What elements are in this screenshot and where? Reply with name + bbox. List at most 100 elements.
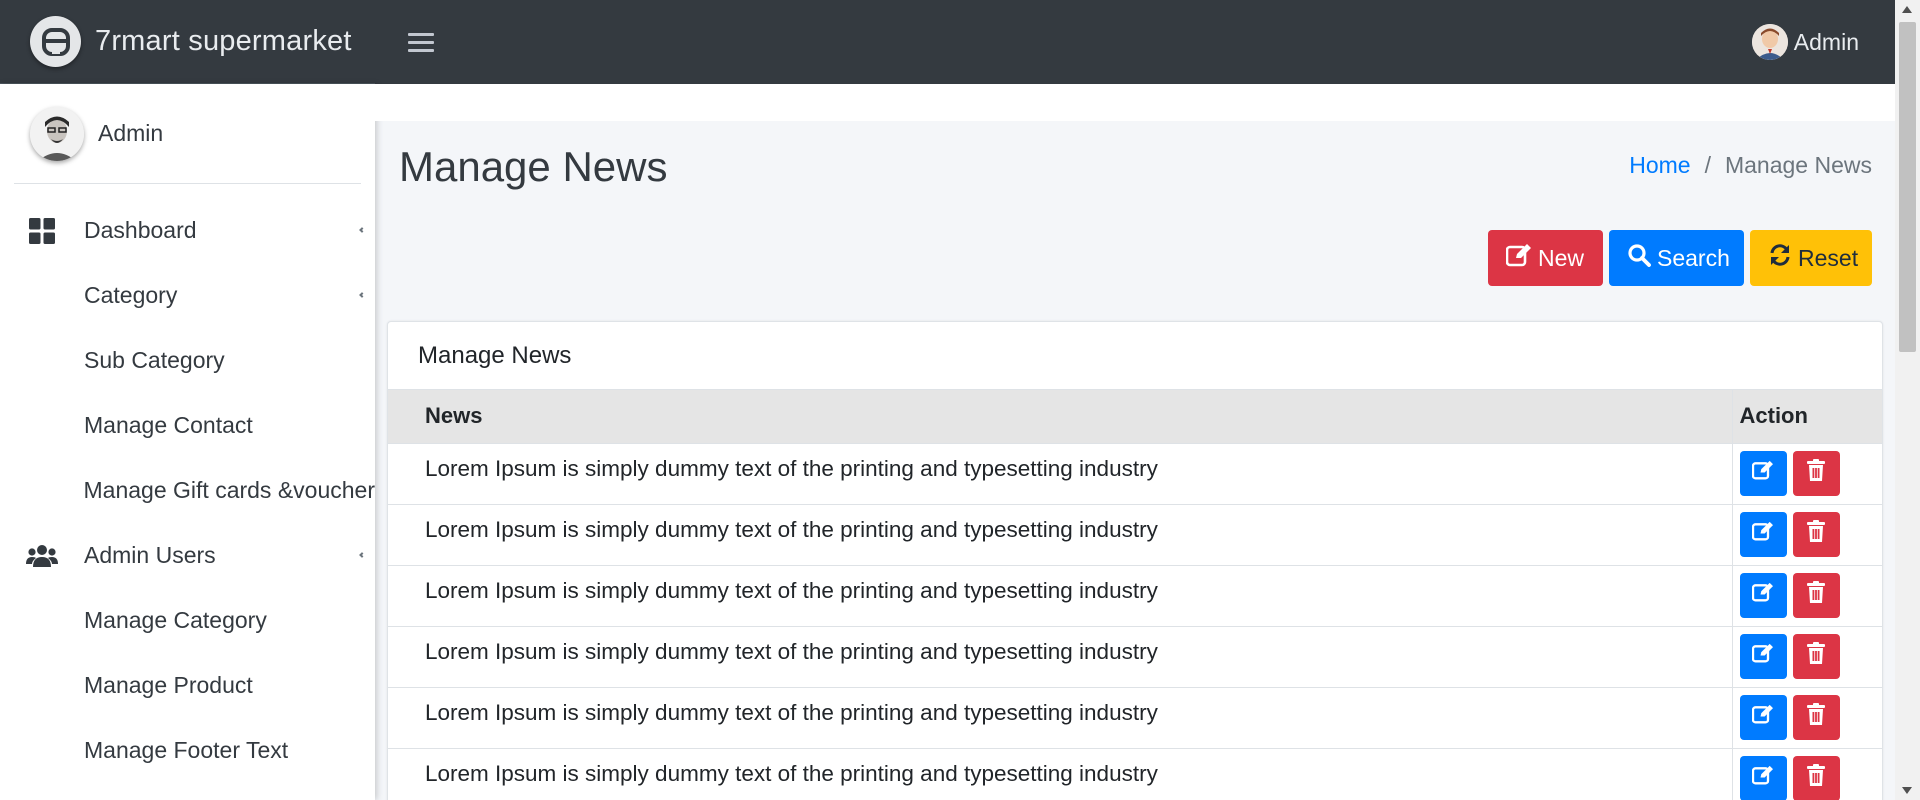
trash-icon [1807,642,1825,670]
breadcrumb-current: Manage News [1724,152,1872,178]
edit-button[interactable] [1739,755,1787,800]
search-icon [1627,243,1651,273]
sidebar-item-label: Manage Footer Text [84,737,289,763]
edit-icon [1751,643,1774,669]
new-button-label: New [1538,244,1585,271]
delete-button[interactable] [1792,450,1840,496]
edit-icon [1751,521,1774,547]
row-actions [1731,626,1882,687]
table-row: Lorem Ipsum is simply dummy text of the … [388,748,1882,800]
row-action-buttons [1739,511,1883,557]
sidebar-item-manage-product[interactable]: Manage Product [0,653,375,718]
sidebar-item-label: Manage Category [84,607,267,633]
sidebar-item-sub-category[interactable]: Sub Category [0,328,375,393]
sidebar-item-manage-category[interactable]: Manage Category [0,588,375,653]
delete-button[interactable] [1792,511,1840,557]
edit-icon [1751,460,1774,486]
breadcrumb: Home / Manage News [1629,152,1872,179]
sidebar-nav: Dashboard Category Sub Category Manage C… [0,198,375,783]
dashboard-icon [0,217,84,244]
edit-icon [1751,765,1774,791]
scroll-down-arrow-icon[interactable] [1902,787,1912,794]
reset-button[interactable]: Reset [1750,230,1872,286]
sidebar-item-manage-gift-cards[interactable]: Manage Gift cards &voucher [0,458,375,523]
row-actions [1731,687,1883,748]
sidebar-item-label: Category [84,282,178,308]
reset-button-label: Reset [1798,244,1859,271]
chevron-left-icon [359,227,365,233]
sidebar-item-dashboard[interactable]: Dashboard [0,198,375,263]
trash-icon [1807,520,1825,548]
sidebar: Admin Dashboard Category Sub Category Ma… [0,84,375,800]
edit-icon [1505,243,1532,273]
edit-button[interactable] [1739,450,1787,496]
sidebar-item-label: Sub Category [84,347,225,373]
hamburger-line [408,40,434,44]
news-text: Lorem Ipsum is simply dummy text of the … [425,760,1158,786]
table-row: Lorem Ipsum is simply dummy text of the … [388,626,1882,687]
breadcrumb-separator: / [1704,152,1711,178]
sidebar-user-panel[interactable]: Admin [14,84,361,184]
delete-button[interactable] [1792,633,1840,679]
card-title: Manage News [388,322,1882,390]
row-action-buttons [1739,755,1883,800]
chevron-left-icon [359,292,365,298]
trash-icon [1807,459,1825,487]
edit-button[interactable] [1739,694,1787,740]
table-row: Lorem Ipsum is simply dummy text of the … [388,504,1882,565]
news-text: Lorem Ipsum is simply dummy text of the … [425,638,1158,664]
sidebar-item-label: Admin Users [84,542,216,568]
delete-button[interactable] [1792,572,1840,618]
edit-icon [1751,582,1774,608]
edit-button[interactable] [1739,633,1787,679]
page-scrollbar[interactable] [1895,0,1920,800]
scroll-up-arrow-icon[interactable] [1902,6,1912,13]
brand-link[interactable]: 7rmart supermarket [0,0,375,84]
row-actions [1731,504,1883,565]
table-row: Lorem Ipsum is simply dummy text of the … [388,565,1882,626]
edit-button[interactable] [1739,572,1787,618]
sidebar-user-avatar [30,106,84,161]
refresh-icon [1768,243,1792,273]
column-header-news: News [425,403,483,429]
trash-icon [1807,703,1825,731]
sidebar-item-label: Manage Gift cards &voucher [83,477,375,503]
row-action-buttons [1739,572,1883,618]
sidebar-item-manage-contact[interactable]: Manage Contact [0,393,375,458]
new-button[interactable]: New [1488,230,1603,286]
news-text: Lorem Ipsum is simply dummy text of the … [425,455,1158,481]
table-row: Lorem Ipsum is simply dummy text of the … [388,443,1882,504]
news-text: Lorem Ipsum is simply dummy text of the … [425,699,1158,725]
sidebar-item-category[interactable]: Category [0,263,375,328]
edit-button[interactable] [1739,511,1787,557]
row-action-buttons [1739,694,1883,740]
scrollbar-thumb[interactable] [1899,22,1916,352]
sidebar-item-label: Dashboard [84,217,197,243]
sidebar-item-manage-footer-text[interactable]: Manage Footer Text [0,718,375,783]
sidebar-item-admin-users[interactable]: Admin Users [0,523,375,588]
content-top-strip [375,84,1895,121]
top-user-avatar [1751,24,1788,60]
brand-logo-icon [30,16,81,67]
search-button[interactable]: Search [1609,230,1744,286]
hamburger-line [408,48,434,52]
row-actions [1731,748,1883,800]
search-button-label: Search [1657,244,1730,271]
chevron-left-icon [359,552,365,558]
action-buttons: New Search Reset [1488,230,1872,286]
edit-icon [1751,704,1774,730]
table-header-row: News Action [388,390,1882,443]
delete-button[interactable] [1792,694,1840,740]
row-actions [1731,443,1882,504]
sidebar-toggle-button[interactable] [408,28,434,56]
breadcrumb-home-link[interactable]: Home [1629,152,1690,179]
sidebar-user-name: Admin [98,120,164,146]
table-row: Lorem Ipsum is simply dummy text of the … [388,687,1882,748]
trash-icon [1807,581,1825,609]
top-user-menu[interactable]: Admin [1751,24,1859,60]
news-text: Lorem Ipsum is simply dummy text of the … [425,516,1158,542]
brand-name: 7rmart supermarket [95,25,352,57]
hamburger-line [408,32,434,36]
users-icon [0,544,84,568]
delete-button[interactable] [1792,755,1840,800]
